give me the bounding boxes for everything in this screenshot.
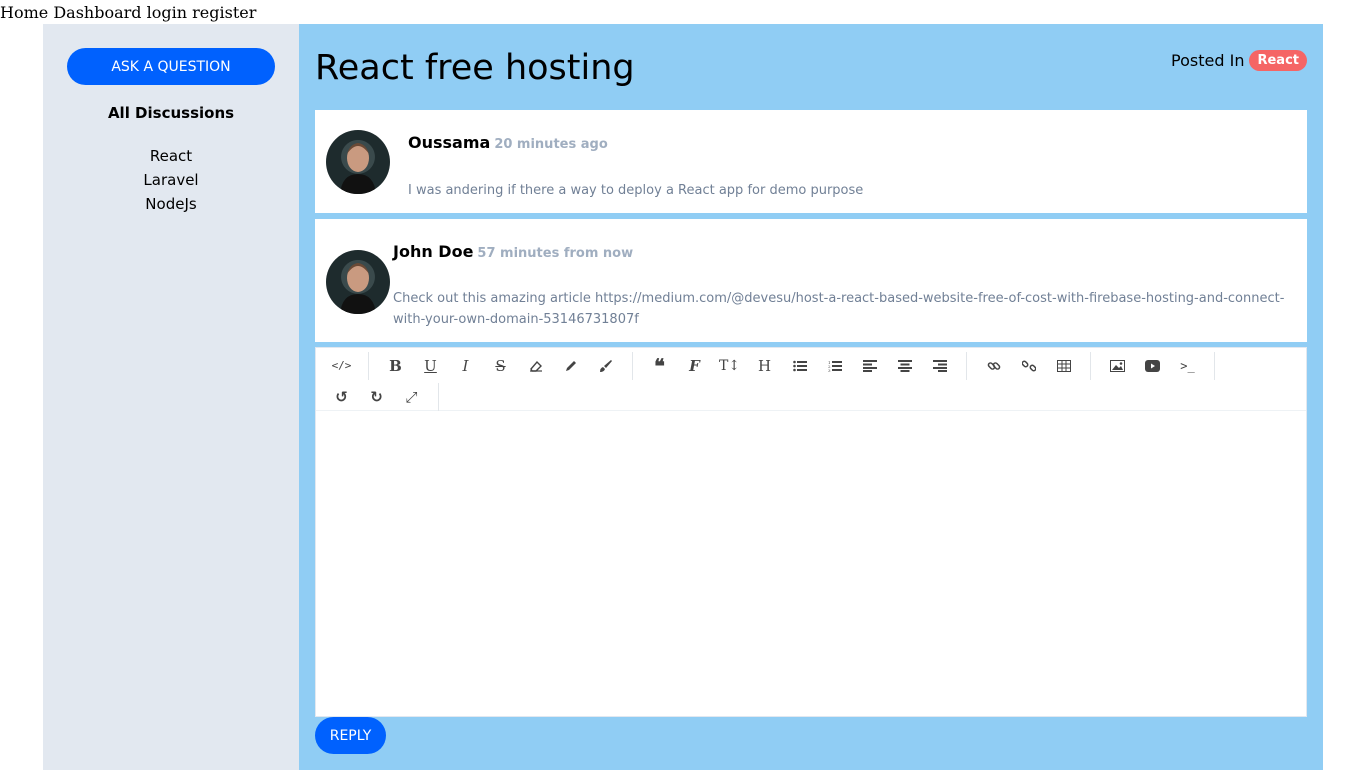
numbered-list-icon[interactable]: 123 bbox=[817, 351, 852, 381]
table-icon[interactable] bbox=[1046, 351, 1081, 381]
comment-author-name: Oussama bbox=[408, 133, 491, 152]
category-item-nodejs[interactable]: NodeJs bbox=[43, 192, 299, 216]
svg-text:3: 3 bbox=[828, 368, 831, 372]
nav-register-link[interactable]: register bbox=[192, 3, 256, 22]
avatar bbox=[326, 250, 390, 314]
comment-card: John Doe 57 minutes from now Check out th… bbox=[315, 219, 1307, 342]
comment-author: John Doe 57 minutes from now bbox=[393, 242, 633, 261]
align-left-icon[interactable] bbox=[852, 351, 887, 381]
terminal-icon[interactable]: >_ bbox=[1170, 351, 1205, 381]
category-list: React Laravel NodeJs bbox=[43, 144, 299, 216]
editor-toolbar: </> B U I S ❝ F T↕ H 123 >_ ↺ ↻ ⤢ bbox=[316, 348, 1306, 411]
brush-icon[interactable] bbox=[588, 351, 623, 381]
avatar bbox=[326, 130, 390, 194]
comment-body: I was andering if there a way to deploy … bbox=[408, 183, 864, 198]
category-item-react[interactable]: React bbox=[43, 144, 299, 168]
comment-author-name: John Doe bbox=[393, 242, 474, 261]
category-badge[interactable]: React bbox=[1249, 50, 1307, 71]
code-view-icon[interactable]: </> bbox=[324, 351, 359, 381]
all-discussions-heading: All Discussions bbox=[107, 104, 235, 122]
reply-button[interactable]: REPLY bbox=[315, 717, 386, 754]
bullet-list-icon[interactable] bbox=[782, 351, 817, 381]
pencil-icon[interactable] bbox=[553, 351, 588, 381]
category-item-laravel[interactable]: Laravel bbox=[43, 168, 299, 192]
redo-icon[interactable]: ↻ bbox=[359, 382, 394, 412]
nav-login-link[interactable]: login bbox=[147, 3, 187, 22]
nav-dashboard-link[interactable]: Dashboard bbox=[53, 3, 141, 22]
font-size-icon[interactable]: T↕ bbox=[712, 351, 747, 381]
sidebar: ASK A QUESTION All Discussions React Lar… bbox=[43, 24, 299, 770]
unlink-icon[interactable] bbox=[1011, 351, 1046, 381]
eraser-icon[interactable] bbox=[518, 351, 553, 381]
strikethrough-icon[interactable]: S bbox=[483, 351, 518, 381]
top-nav: Home Dashboard login register bbox=[0, 3, 256, 23]
link-icon[interactable] bbox=[976, 351, 1011, 381]
editor-text-area[interactable] bbox=[316, 411, 1306, 716]
reply-editor: </> B U I S ❝ F T↕ H 123 >_ ↺ ↻ ⤢ bbox=[315, 347, 1307, 717]
video-icon[interactable] bbox=[1135, 351, 1170, 381]
comment-card: Oussama 20 minutes ago I was andering if … bbox=[315, 110, 1307, 213]
comment-author: Oussama 20 minutes ago bbox=[408, 133, 608, 152]
comment-time: 20 minutes ago bbox=[494, 137, 608, 152]
nav-home-link[interactable]: Home bbox=[0, 3, 48, 22]
comment-time: 57 minutes from now bbox=[477, 246, 634, 261]
align-right-icon[interactable] bbox=[922, 351, 957, 381]
fullscreen-icon[interactable]: ⤢ bbox=[394, 382, 429, 412]
underline-icon[interactable]: U bbox=[413, 351, 448, 381]
discussion-main: React free hosting Posted In React Oussa… bbox=[299, 24, 1323, 770]
heading-icon[interactable]: H bbox=[747, 351, 782, 381]
font-icon[interactable]: F bbox=[677, 351, 712, 381]
align-center-icon[interactable] bbox=[887, 351, 922, 381]
bold-icon[interactable]: B bbox=[378, 351, 413, 381]
discussion-title: React free hosting bbox=[315, 48, 635, 88]
ask-question-button[interactable]: ASK A QUESTION bbox=[67, 48, 275, 85]
comment-body: Check out this amazing article https://m… bbox=[393, 291, 1285, 327]
italic-icon[interactable]: I bbox=[448, 351, 483, 381]
image-icon[interactable] bbox=[1100, 351, 1135, 381]
blockquote-icon[interactable]: ❝ bbox=[642, 351, 677, 381]
posted-in: Posted In React bbox=[1171, 50, 1307, 71]
posted-in-label: Posted In bbox=[1171, 51, 1245, 70]
undo-icon[interactable]: ↺ bbox=[324, 382, 359, 412]
